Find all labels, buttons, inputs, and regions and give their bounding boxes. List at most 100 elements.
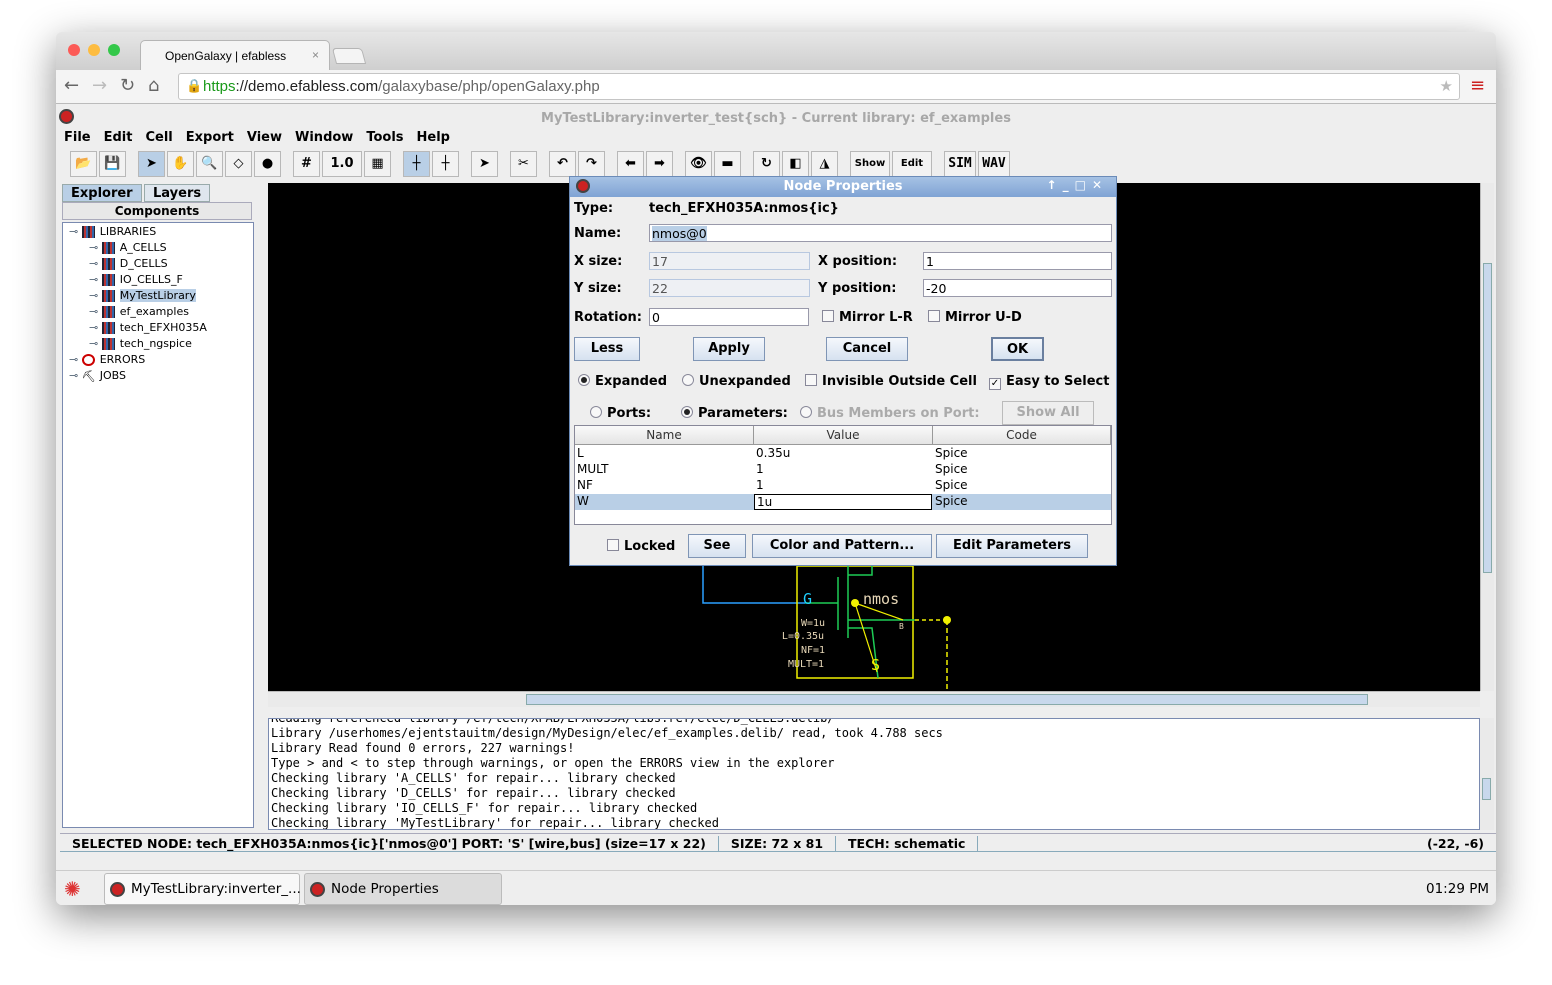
parameter-value[interactable]: 0.35u [754,446,790,460]
taskbar-item-node-properties[interactable]: Node Properties [304,873,502,905]
x-size-field[interactable]: 17 [649,252,810,270]
menu-cell[interactable]: Cell [145,130,172,145]
console-scrollbar[interactable] [1480,718,1494,830]
menu-view[interactable]: View [247,130,282,145]
see-button[interactable]: See [688,534,746,558]
start-menu-icon[interactable]: ✺ [64,877,81,901]
parameter-value[interactable]: 1 [754,478,764,492]
menu-help[interactable]: Help [417,130,450,145]
name-field[interactable]: nmos@0 [649,224,1112,242]
tree-expand-icon[interactable]: ⊸ [89,257,102,270]
bookmark-star-icon[interactable]: ★ [1440,77,1453,95]
grid-increase-icon[interactable]: ▦ [364,151,391,177]
new-tab-button[interactable] [331,48,367,64]
reload-icon[interactable]: ↻ [120,75,135,96]
show-all-button[interactable]: Show All [1002,401,1094,425]
tree-item[interactable]: ⊸ ef_examples [89,305,189,321]
menu-tools[interactable]: Tools [366,130,403,145]
ok-button[interactable]: OK [991,337,1044,361]
parameter-value-editor[interactable]: 1u [754,494,932,510]
messages-console[interactable]: Reading referenced library /ef/tech/XFAB… [268,718,1480,830]
select-objects-icon[interactable]: ➤ [471,151,498,177]
tree-expand-icon[interactable]: ⊸ [89,273,102,286]
dialog-title-bar[interactable]: Node Properties ↑_□✕ [570,177,1116,197]
tools-icon[interactable]: ✂ [510,151,537,177]
apply-button[interactable]: Apply [693,337,765,361]
hide-icon[interactable]: ▬ [714,151,741,177]
back-icon[interactable]: ⬅ [617,151,644,177]
tree-expand-icon[interactable]: ⊸ [69,369,82,382]
save-icon[interactable]: 💾 [99,151,126,177]
measure-icon[interactable]: ● [254,151,281,177]
edit-button[interactable]: Edit [892,151,932,177]
full-arrow-icon[interactable]: ┼ [403,151,430,177]
parameters-radio[interactable]: Parameters: [681,406,788,421]
parameter-row[interactable]: W 1u Spice [575,494,1111,510]
locked-checkbox[interactable]: Locked [607,539,675,554]
parameter-value[interactable]: 1 [754,462,764,476]
column-header-code[interactable]: Code [933,426,1111,445]
mirror-ud-icon[interactable]: ◮ [811,151,838,177]
easy-to-select-checkbox[interactable]: ✓ Easy to Select [989,374,1109,390]
mirror-icon[interactable]: ◧ [782,151,809,177]
tree-expand-icon[interactable]: ⊸ [69,225,82,238]
maximize-window-button[interactable] [108,44,120,56]
taskbar-item-main-window[interactable]: MyTestLibrary:inverter_... [104,873,301,905]
mirror-lr-checkbox[interactable]: Mirror L-R [822,310,913,325]
tree-item[interactable]: ⊸ tech_EFXH035A [89,321,207,337]
ports-radio[interactable]: Ports: [590,406,651,421]
grid-value[interactable]: 1.0 [322,151,362,177]
half-arrow-icon[interactable]: ┼ [432,151,459,177]
tree-item[interactable]: ⊸ MyTestLibrary [89,289,196,305]
less-button[interactable]: Less [574,337,640,361]
y-position-field[interactable]: -20 [923,279,1112,297]
menu-export[interactable]: Export [186,130,234,145]
close-window-button[interactable] [68,44,80,56]
show-icon[interactable]: 👁 [685,151,712,177]
select-arrow-icon[interactable]: ➤ [138,151,165,177]
color-and-pattern-button[interactable]: Color and Pattern... [752,534,932,558]
wav-button[interactable]: WAV [978,151,1010,177]
grid-decrease-icon[interactable]: # [293,151,320,177]
unexpanded-radio[interactable]: Unexpanded [682,374,791,389]
home-icon[interactable]: ⌂ [148,75,159,96]
minimize-window-button[interactable] [88,44,100,56]
x-position-field[interactable]: 1 [923,252,1112,270]
y-size-field[interactable]: 22 [649,279,810,297]
tree-expand-icon[interactable]: ⊸ [89,289,102,302]
tree-item[interactable]: ⊸ LIBRARIES [69,225,156,241]
browser-tab[interactable]: OpenGalaxy | efabless × [140,40,330,70]
parameter-row[interactable]: L 0.35u Spice [575,446,1111,462]
bus-members-radio[interactable]: Bus Members on Port: [800,406,980,421]
menu-window[interactable]: Window [295,130,353,145]
tree-expand-icon[interactable]: ⊸ [89,321,102,334]
mirror-ud-checkbox[interactable]: Mirror U-D [928,310,1022,325]
menu-icon[interactable]: ≡ [1470,75,1485,96]
parameter-row[interactable]: NF 1 Spice [575,478,1111,494]
gate-wire[interactable] [702,566,805,604]
tree-expand-icon[interactable]: ⊸ [89,241,102,254]
invisible-outside-cell-checkbox[interactable]: Invisible Outside Cell [805,374,977,389]
tree-expand-icon[interactable]: ⊸ [89,337,102,350]
outline-edit-icon[interactable]: ◇ [225,151,252,177]
edit-parameters-button[interactable]: Edit Parameters [936,534,1088,558]
parameter-row[interactable]: MULT 1 Spice [575,462,1111,478]
tree-item[interactable]: ⊸ ⛏ JOBS [69,369,126,385]
show-button[interactable]: Show [850,151,890,177]
sim-button[interactable]: SIM [944,151,976,177]
tree-item[interactable]: ⊸ A_CELLS [89,241,167,257]
menu-file[interactable]: File [64,130,91,145]
forward-icon[interactable]: ➡ [646,151,673,177]
window-controls-icons[interactable]: ↑_□✕ [1047,178,1108,192]
open-library-icon[interactable]: 📂 [70,151,97,177]
address-bar[interactable]: 🔒 https://demo.efabless.com/galaxybase/ph… [178,73,1460,100]
cancel-button[interactable]: Cancel [826,337,908,361]
tree-expand-icon[interactable]: ⊸ [89,305,102,318]
close-tab-icon[interactable]: × [312,48,319,62]
tree-item[interactable]: ⊸ ERRORS [69,353,145,369]
tree-item[interactable]: ⊸ IO_CELLS_F [89,273,183,289]
forward-icon[interactable]: → [92,75,107,96]
menu-edit[interactable]: Edit [104,130,133,145]
tree-item[interactable]: ⊸ D_CELLS [89,257,168,273]
column-header-name[interactable]: Name [575,426,754,445]
